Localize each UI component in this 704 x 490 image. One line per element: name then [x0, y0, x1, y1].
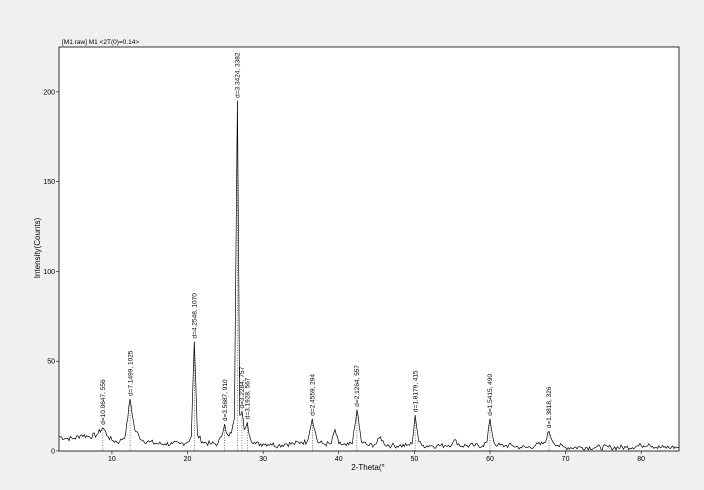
plot-area	[58, 46, 680, 452]
y-tick-label-2: 100	[43, 269, 55, 276]
x-tick-label-0: 10	[108, 456, 116, 463]
peak-label-11: d=1.3818, 326	[546, 386, 553, 428]
x-tick-label-4: 50	[410, 456, 418, 463]
y-tick-label-4: 200	[43, 89, 55, 96]
x-tick-label-1: 20	[184, 456, 192, 463]
y-tick-label-3: 150	[43, 179, 55, 186]
x-tick-label-6: 70	[562, 456, 570, 463]
x-tick-label-3: 40	[335, 456, 343, 463]
y-tick-label-0: 0	[51, 449, 55, 456]
peak-label-8: d=2.1264, 557	[354, 365, 361, 407]
x-tick-label-2: 30	[259, 456, 267, 463]
peak-label-9: d=1.8179, 415	[412, 370, 419, 412]
peak-label-3: d=3.5687, 910	[222, 379, 229, 421]
peak-label-1: d=7.1499, 1025	[127, 350, 134, 396]
peak-label-7: d=2.4559, 294	[309, 374, 316, 416]
y-tick-label-1: 50	[47, 359, 55, 366]
x-tick-label-5: 60	[486, 456, 494, 463]
peak-label-6: d=3.1928, 567	[244, 377, 251, 419]
peak-label-10: d=1.5415, 490	[487, 374, 494, 416]
y-axis-title: Intensity(Counts)	[33, 217, 42, 278]
chart-header: [M1.raw] M1 <2T(0)=0.14>	[62, 39, 139, 46]
peak-label-0: d=10.0647, 556	[100, 379, 107, 425]
peak-label-2: d=4.2548, 1070	[191, 293, 198, 339]
xrd-chart: [M1.raw] M1 <2T(0)=0.14> Intensity(Count…	[33, 39, 680, 472]
x-axis-title: 2-Theta(°	[351, 463, 384, 472]
peak-label-4: d=3.3424, 3382	[235, 52, 242, 98]
x-tick-label-7: 80	[637, 456, 645, 463]
